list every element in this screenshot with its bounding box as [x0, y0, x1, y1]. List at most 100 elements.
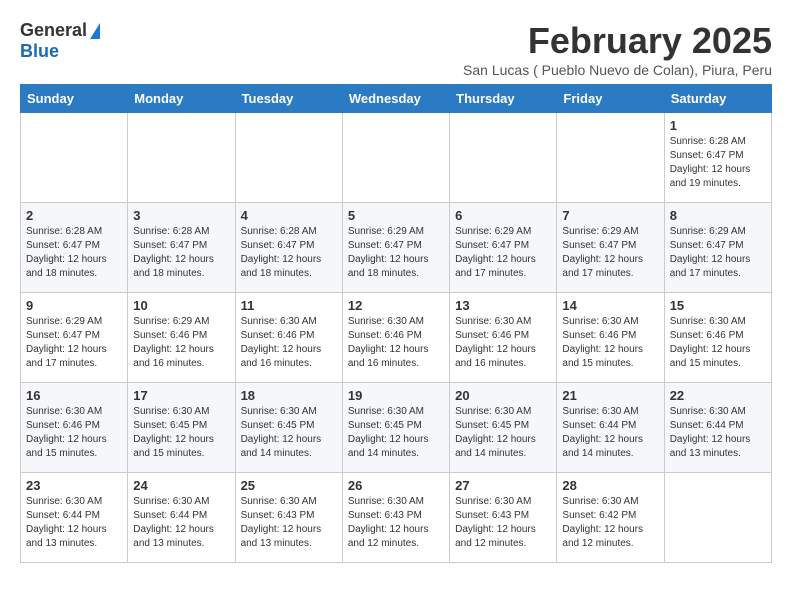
calendar-cell: 20 Sunrise: 6:30 AM Sunset: 6:45 PM Dayli… — [450, 383, 557, 473]
day-info: Sunrise: 6:30 AM Sunset: 6:46 PM Dayligh… — [348, 315, 444, 371]
day-info: Sunrise: 6:30 AM Sunset: 6:46 PM Dayligh… — [26, 405, 122, 461]
calendar-week-5: 23 Sunrise: 6:30 AM Sunset: 6:44 PM Dayli… — [21, 473, 772, 563]
weekday-header-sunday: Sunday — [21, 85, 128, 113]
day-info: Sunrise: 6:30 AM Sunset: 6:43 PM Dayligh… — [241, 495, 337, 551]
day-number: 3 — [133, 208, 229, 223]
day-info: Sunrise: 6:30 AM Sunset: 6:44 PM Dayligh… — [26, 495, 122, 551]
calendar-cell — [664, 473, 771, 563]
calendar-cell: 23 Sunrise: 6:30 AM Sunset: 6:44 PM Dayli… — [21, 473, 128, 563]
calendar-cell: 28 Sunrise: 6:30 AM Sunset: 6:42 PM Dayli… — [557, 473, 664, 563]
header: General Blue February 2025 San Lucas ( P… — [20, 20, 772, 78]
day-info: Sunrise: 6:30 AM Sunset: 6:45 PM Dayligh… — [133, 405, 229, 461]
day-number: 16 — [26, 388, 122, 403]
day-info: Sunrise: 6:28 AM Sunset: 6:47 PM Dayligh… — [241, 225, 337, 281]
calendar-week-3: 9 Sunrise: 6:29 AM Sunset: 6:47 PM Daylig… — [21, 293, 772, 383]
calendar-cell: 22Sunrise: 6:30 AM Sunset: 6:44 PM Dayli… — [664, 383, 771, 473]
day-info: Sunrise: 6:30 AM Sunset: 6:43 PM Dayligh… — [455, 495, 551, 551]
location-subtitle: San Lucas ( Pueblo Nuevo de Colan), Piur… — [463, 62, 772, 78]
day-number: 11 — [241, 298, 337, 313]
day-number: 26 — [348, 478, 444, 493]
day-number: 6 — [455, 208, 551, 223]
day-number: 15 — [670, 298, 766, 313]
day-number: 21 — [562, 388, 658, 403]
calendar-cell: 6Sunrise: 6:29 AM Sunset: 6:47 PM Daylig… — [450, 203, 557, 293]
calendar-cell: 21 Sunrise: 6:30 AM Sunset: 6:44 PM Dayli… — [557, 383, 664, 473]
day-number: 28 — [562, 478, 658, 493]
day-number: 10 — [133, 298, 229, 313]
day-info: Sunrise: 6:30 AM Sunset: 6:43 PM Dayligh… — [348, 495, 444, 551]
calendar-table: SundayMondayTuesdayWednesdayThursdayFrid… — [20, 84, 772, 563]
day-info: Sunrise: 6:29 AM Sunset: 6:46 PM Dayligh… — [133, 315, 229, 371]
calendar-cell: 19 Sunrise: 6:30 AM Sunset: 6:45 PM Dayli… — [342, 383, 449, 473]
day-info: Sunrise: 6:29 AM Sunset: 6:47 PM Dayligh… — [562, 225, 658, 281]
day-number: 13 — [455, 298, 551, 313]
day-info: Sunrise: 6:29 AM Sunset: 6:47 PM Dayligh… — [26, 315, 122, 371]
day-number: 17 — [133, 388, 229, 403]
day-number: 20 — [455, 388, 551, 403]
day-number: 19 — [348, 388, 444, 403]
day-info: Sunrise: 6:30 AM Sunset: 6:46 PM Dayligh… — [455, 315, 551, 371]
calendar-cell: 18Sunrise: 6:30 AM Sunset: 6:45 PM Dayli… — [235, 383, 342, 473]
calendar-cell: 17 Sunrise: 6:30 AM Sunset: 6:45 PM Dayli… — [128, 383, 235, 473]
month-title: February 2025 — [463, 20, 772, 62]
day-number: 14 — [562, 298, 658, 313]
calendar-cell: 1 Sunrise: 6:28 AM Sunset: 6:47 PM Daylig… — [664, 113, 771, 203]
calendar-cell — [128, 113, 235, 203]
day-number: 8 — [670, 208, 766, 223]
calendar-cell — [342, 113, 449, 203]
weekday-header-wednesday: Wednesday — [342, 85, 449, 113]
calendar-cell: 26 Sunrise: 6:30 AM Sunset: 6:43 PM Dayli… — [342, 473, 449, 563]
calendar-week-4: 16 Sunrise: 6:30 AM Sunset: 6:46 PM Dayli… — [21, 383, 772, 473]
calendar-cell: 9 Sunrise: 6:29 AM Sunset: 6:47 PM Daylig… — [21, 293, 128, 383]
day-info: Sunrise: 6:30 AM Sunset: 6:46 PM Dayligh… — [670, 315, 766, 371]
calendar-cell: 12 Sunrise: 6:30 AM Sunset: 6:46 PM Dayli… — [342, 293, 449, 383]
weekday-header-thursday: Thursday — [450, 85, 557, 113]
day-info: Sunrise: 6:28 AM Sunset: 6:47 PM Dayligh… — [670, 135, 766, 191]
day-number: 5 — [348, 208, 444, 223]
day-info: Sunrise: 6:28 AM Sunset: 6:47 PM Dayligh… — [26, 225, 122, 281]
day-number: 2 — [26, 208, 122, 223]
calendar-cell: 11Sunrise: 6:30 AM Sunset: 6:46 PM Dayli… — [235, 293, 342, 383]
calendar-cell: 4 Sunrise: 6:28 AM Sunset: 6:47 PM Daylig… — [235, 203, 342, 293]
calendar-week-2: 2 Sunrise: 6:28 AM Sunset: 6:47 PM Daylig… — [21, 203, 772, 293]
day-info: Sunrise: 6:30 AM Sunset: 6:44 PM Dayligh… — [562, 405, 658, 461]
calendar-cell: 3 Sunrise: 6:28 AM Sunset: 6:47 PM Daylig… — [128, 203, 235, 293]
day-info: Sunrise: 6:30 AM Sunset: 6:45 PM Dayligh… — [455, 405, 551, 461]
calendar-cell: 25Sunrise: 6:30 AM Sunset: 6:43 PM Dayli… — [235, 473, 342, 563]
day-info: Sunrise: 6:30 AM Sunset: 6:45 PM Dayligh… — [348, 405, 444, 461]
weekday-header-friday: Friday — [557, 85, 664, 113]
day-info: Sunrise: 6:29 AM Sunset: 6:47 PM Dayligh… — [670, 225, 766, 281]
day-info: Sunrise: 6:30 AM Sunset: 6:42 PM Dayligh… — [562, 495, 658, 551]
calendar-cell: 27 Sunrise: 6:30 AM Sunset: 6:43 PM Dayli… — [450, 473, 557, 563]
day-info: Sunrise: 6:29 AM Sunset: 6:47 PM Dayligh… — [348, 225, 444, 281]
logo-triangle-icon — [90, 23, 100, 39]
calendar-cell: 24 Sunrise: 6:30 AM Sunset: 6:44 PM Dayli… — [128, 473, 235, 563]
day-number: 23 — [26, 478, 122, 493]
calendar-cell: 10 Sunrise: 6:29 AM Sunset: 6:46 PM Dayli… — [128, 293, 235, 383]
weekday-header-monday: Monday — [128, 85, 235, 113]
calendar-cell: 15 Sunrise: 6:30 AM Sunset: 6:46 PM Dayli… — [664, 293, 771, 383]
day-number: 27 — [455, 478, 551, 493]
calendar-cell — [235, 113, 342, 203]
day-number: 1 — [670, 118, 766, 133]
day-number: 7 — [562, 208, 658, 223]
calendar-cell — [450, 113, 557, 203]
day-info: Sunrise: 6:28 AM Sunset: 6:47 PM Dayligh… — [133, 225, 229, 281]
day-number: 9 — [26, 298, 122, 313]
title-area: February 2025 San Lucas ( Pueblo Nuevo d… — [463, 20, 772, 78]
day-number: 24 — [133, 478, 229, 493]
calendar-header-row: SundayMondayTuesdayWednesdayThursdayFrid… — [21, 85, 772, 113]
day-info: Sunrise: 6:30 AM Sunset: 6:46 PM Dayligh… — [562, 315, 658, 371]
calendar-cell: 13 Sunrise: 6:30 AM Sunset: 6:46 PM Dayli… — [450, 293, 557, 383]
day-number: 4 — [241, 208, 337, 223]
day-number: 12 — [348, 298, 444, 313]
logo-general-text: General — [20, 20, 87, 41]
weekday-header-tuesday: Tuesday — [235, 85, 342, 113]
calendar-cell: 16 Sunrise: 6:30 AM Sunset: 6:46 PM Dayli… — [21, 383, 128, 473]
day-info: Sunrise: 6:30 AM Sunset: 6:44 PM Dayligh… — [133, 495, 229, 551]
calendar-cell: 7 Sunrise: 6:29 AM Sunset: 6:47 PM Daylig… — [557, 203, 664, 293]
calendar-cell: 5 Sunrise: 6:29 AM Sunset: 6:47 PM Daylig… — [342, 203, 449, 293]
calendar-cell — [557, 113, 664, 203]
logo: General Blue — [20, 20, 100, 62]
day-info: Sunrise: 6:30 AM Sunset: 6:44 PM Dayligh… — [670, 405, 766, 461]
